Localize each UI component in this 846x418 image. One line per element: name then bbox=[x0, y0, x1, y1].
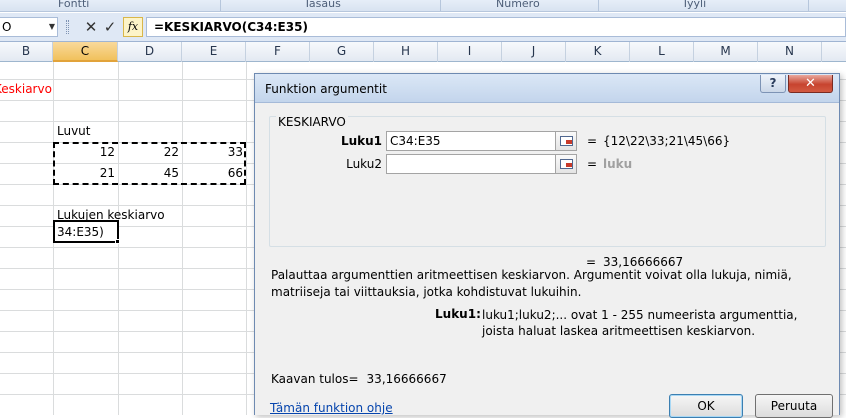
dialog-body: KESKIARVO Luku1 C34:E35 = {12\22\33;21\4… bbox=[259, 104, 835, 418]
column-header-b[interactable]: B bbox=[0, 42, 53, 62]
column-header-g[interactable]: G bbox=[310, 42, 374, 62]
dialog-titlebar[interactable]: Funktion argumentit ? ✕ bbox=[255, 74, 839, 103]
arg2-equals: = bbox=[587, 157, 598, 171]
collapse-dialog-icon[interactable] bbox=[555, 154, 577, 174]
name-box-value: O bbox=[2, 20, 12, 34]
formula-result-label: Kaavan tulos= bbox=[271, 372, 359, 386]
arguments-groupbox: KESKIARVO Luku1 C34:E35 = {12\22\33;21\4… bbox=[269, 115, 826, 247]
enter-formula-icon[interactable]: ✓ bbox=[101, 17, 119, 37]
arg2-input[interactable] bbox=[386, 154, 556, 174]
arg2-label: Luku2 bbox=[346, 157, 382, 171]
insert-function-icon[interactable]: fx bbox=[123, 17, 143, 37]
column-header-m[interactable]: M bbox=[694, 42, 758, 62]
arg-help-text: luku1;luku2;... ovat 1 - 255 numeerista … bbox=[482, 308, 798, 338]
chevron-down-icon[interactable]: ▼ bbox=[49, 18, 55, 36]
column-header-h[interactable]: H bbox=[374, 42, 438, 62]
active-cell[interactable]: 34:E35) bbox=[53, 220, 119, 243]
ribbon-group-styles: Tyyli bbox=[682, 0, 707, 10]
function-help-link[interactable]: Tämän funktion ohje bbox=[270, 401, 393, 415]
dialog-title: Funktion argumentit bbox=[265, 82, 387, 96]
ribbon-group-alignment: Tasaus bbox=[304, 0, 341, 10]
function-arguments-dialog: Funktion argumentit ? ✕ KESKIARVO Luku1 … bbox=[254, 73, 840, 418]
column-header-e[interactable]: E bbox=[182, 42, 246, 62]
arg-help-label: Luku1: bbox=[435, 307, 481, 321]
fill-handle[interactable] bbox=[115, 239, 120, 244]
luvut-label: Luvut bbox=[57, 124, 91, 138]
arg1-result: {12\22\33;21\45\66} bbox=[603, 134, 731, 148]
formula-result: Kaavan tulos= 33,16666667 bbox=[271, 372, 447, 386]
ribbon-group-labels: Fontti Tasaus Numero Tyyli bbox=[0, 0, 846, 12]
collapse-dialog-icon[interactable] bbox=[555, 131, 577, 151]
arg1-equals: = bbox=[587, 134, 598, 148]
name-box[interactable]: O ▼ bbox=[0, 17, 58, 37]
help-button[interactable]: ? bbox=[760, 75, 786, 93]
column-header-i[interactable]: I bbox=[438, 42, 502, 62]
ribbon-group-font: Fontti bbox=[58, 0, 90, 10]
column-header-l[interactable]: L bbox=[630, 42, 694, 62]
active-cell-text: 34:E35) bbox=[57, 225, 104, 239]
column-header-n[interactable]: N bbox=[758, 42, 822, 62]
column-header-k[interactable]: K bbox=[566, 42, 630, 62]
formula-bar: O ▼ ✕ ✓ fx =KESKIARVO(C34:E35) bbox=[0, 13, 846, 42]
sheet-title: Keskiarvo bbox=[0, 82, 52, 96]
column-headers: B C D E F G H I J K L M N bbox=[0, 42, 846, 62]
arg2-result: luku bbox=[603, 157, 633, 171]
close-button[interactable]: ✕ bbox=[788, 75, 833, 93]
formula-input[interactable]: =KESKIARVO(C34:E35) bbox=[146, 17, 846, 37]
copy-range-outline bbox=[53, 142, 246, 185]
ok-button[interactable]: OK bbox=[669, 394, 743, 418]
arg1-label: Luku1 bbox=[340, 134, 382, 148]
column-header-j[interactable]: J bbox=[502, 42, 566, 62]
column-header-c[interactable]: C bbox=[53, 42, 118, 62]
function-description: Palauttaa argumenttien aritmeettisen kes… bbox=[271, 268, 792, 299]
cancel-button[interactable]: Peruuta bbox=[755, 394, 833, 418]
cancel-formula-icon[interactable]: ✕ bbox=[82, 17, 100, 37]
column-header-f[interactable]: F bbox=[246, 42, 310, 62]
formula-bar-grip[interactable] bbox=[66, 20, 69, 34]
formula-result-value: 33,16666667 bbox=[366, 372, 447, 386]
ribbon-group-number: Numero bbox=[496, 0, 540, 10]
column-header-d[interactable]: D bbox=[118, 42, 182, 62]
arg1-input[interactable]: C34:E35 bbox=[386, 131, 556, 151]
function-name: KESKIARVO bbox=[276, 115, 348, 129]
